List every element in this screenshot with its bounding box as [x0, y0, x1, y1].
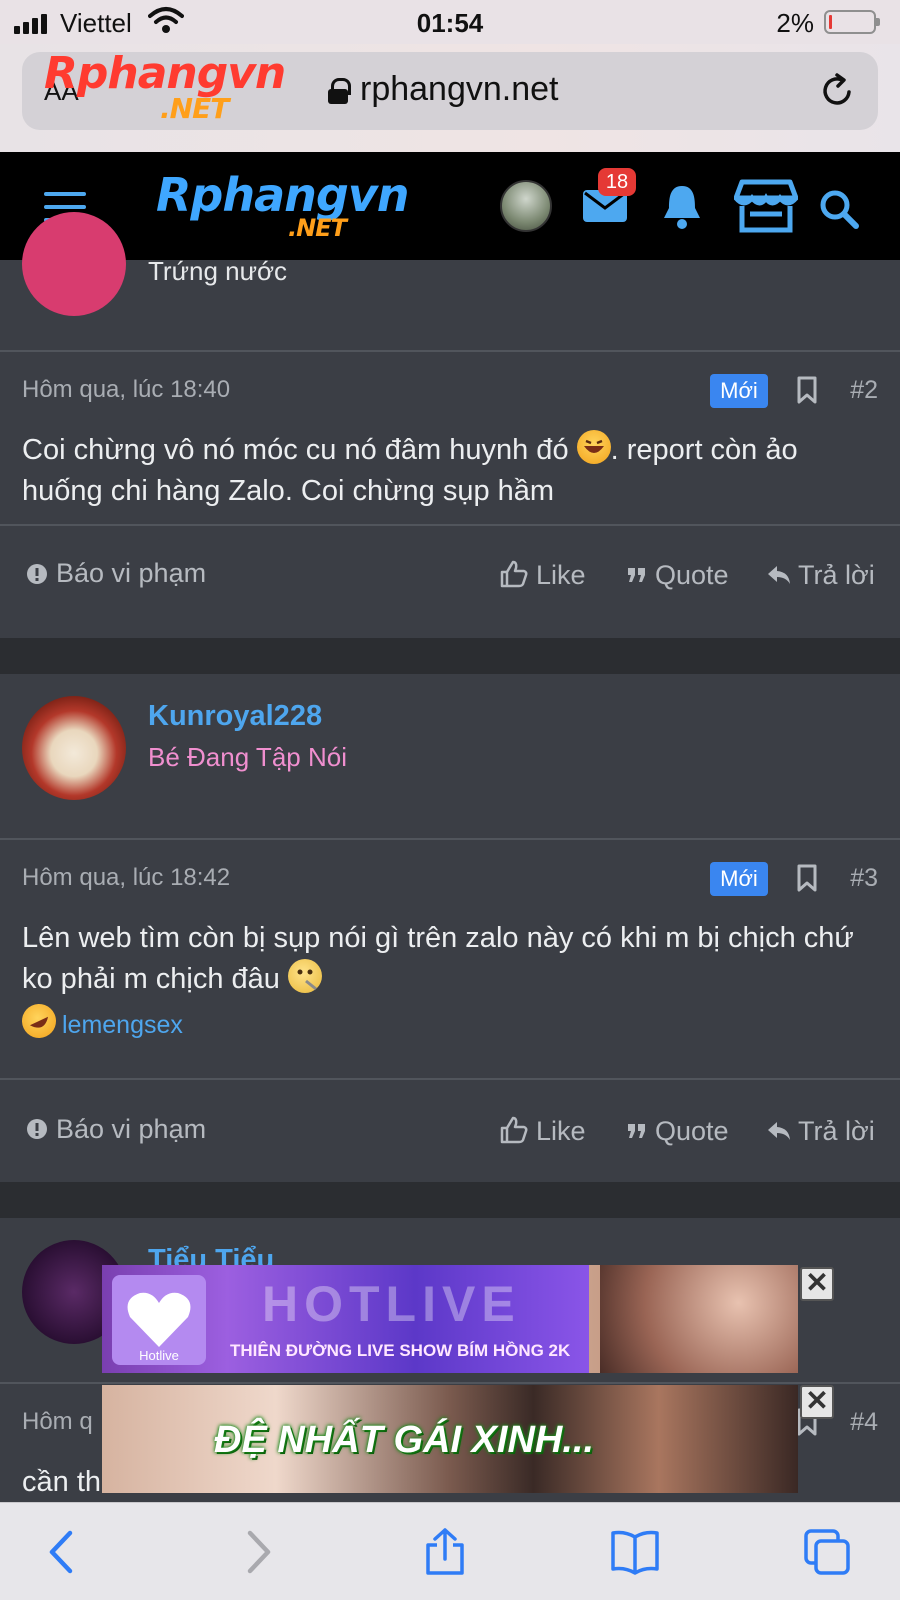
post-body: Coi chừng vô nó móc cu nó đâm huynh đó .…	[22, 430, 872, 512]
post-number[interactable]: #2	[850, 376, 878, 405]
post-body: Lên web tìm còn bị sụp nói gì trên zalo …	[22, 922, 854, 995]
post-date[interactable]: Hôm q	[22, 1408, 93, 1436]
store-icon[interactable]	[734, 178, 798, 234]
reload-icon[interactable]	[818, 72, 856, 110]
post-number[interactable]: #3	[850, 864, 878, 893]
status-bar: Viettel 01:54 2%	[0, 0, 900, 44]
like-icon	[500, 560, 528, 588]
post-date[interactable]: Hôm qua, lúc 18:40	[22, 376, 230, 404]
ad-close-button[interactable]: ✕	[800, 1267, 834, 1301]
user-title: Bé Đang Tập Nói	[148, 742, 347, 772]
report-button[interactable]: Báo vi phạm	[56, 558, 206, 589]
like-icon	[500, 1116, 528, 1144]
lock-icon	[328, 78, 351, 104]
battery-percent: 2%	[776, 8, 814, 38]
forward-icon[interactable]	[232, 1527, 282, 1577]
reply-icon	[768, 566, 790, 584]
reaction-summary[interactable]: lemengsex	[16, 998, 183, 1044]
post-number[interactable]: #4	[850, 1408, 878, 1437]
inbox-count-badge: 18	[598, 168, 636, 196]
new-badge: Mới	[710, 374, 768, 408]
ad-caption: ĐỆ NHẤT GÁI XINH...	[214, 1419, 595, 1461]
ad-banner-hotlive[interactable]: Hotlive HOTLIVE THIÊN ĐƯỜNG LIVE SHOW BÍ…	[102, 1265, 798, 1373]
like-button[interactable]: Like	[536, 1116, 586, 1147]
post-3: Kunroyal228 Bé Đang Tập Nói Hôm qua, lúc…	[0, 674, 900, 1182]
ad-close-button[interactable]: ✕	[800, 1385, 834, 1419]
reply-button[interactable]: Trả lời	[798, 1116, 875, 1147]
ad-banner-gaixinh[interactable]: ĐỆ NHẤT GÁI XINH...	[102, 1385, 798, 1493]
bookmark-icon[interactable]	[796, 376, 818, 404]
report-button[interactable]: Báo vi phạm	[56, 1114, 206, 1145]
quote-icon	[628, 1124, 645, 1138]
user-title: Trứng nước	[148, 256, 288, 286]
ad-photo	[600, 1265, 798, 1373]
report-icon	[27, 1119, 47, 1139]
post-date[interactable]: Hôm qua, lúc 18:42	[22, 864, 230, 892]
reply-button[interactable]: Trả lời	[798, 560, 875, 591]
report-icon	[27, 564, 47, 584]
new-badge: Mới	[710, 862, 768, 896]
url-text[interactable]: rphangvn.net	[360, 70, 559, 109]
post-2: Trứng nước Hôm qua, lúc 18:40 Mới #2 Coi…	[0, 212, 900, 638]
laughing-emoji-icon	[576, 430, 611, 464]
bookmarks-icon[interactable]	[610, 1527, 660, 1577]
rofl-emoji-icon	[16, 998, 62, 1044]
search-icon[interactable]	[818, 188, 860, 230]
back-icon[interactable]	[38, 1527, 88, 1577]
quote-button[interactable]: Quote	[655, 560, 729, 591]
site-header: Rphangvn .NET 18	[0, 152, 900, 260]
quote-icon	[628, 568, 645, 582]
username[interactable]: Kunroyal228	[148, 700, 322, 733]
ad-logo: Hotlive	[112, 1275, 206, 1365]
letter-avatar[interactable]	[22, 212, 126, 316]
notification-bell-icon[interactable]	[660, 182, 704, 230]
bookmark-icon[interactable]	[796, 864, 818, 892]
like-button[interactable]: Like	[536, 560, 586, 591]
share-icon[interactable]	[420, 1527, 470, 1577]
ad-title: HOTLIVE	[262, 1276, 521, 1332]
browser-toolbar	[0, 1502, 900, 1600]
user-avatar[interactable]	[500, 180, 552, 232]
ad-caption: THIÊN ĐƯỜNG LIVE SHOW BÍM HỒNG 2K	[230, 1341, 571, 1360]
thinking-emoji-icon	[287, 959, 322, 993]
reply-icon	[768, 1122, 790, 1140]
site-logo[interactable]: Rphangvn .NET	[156, 172, 410, 240]
clock: 01:54	[416, 8, 484, 38]
quote-button[interactable]: Quote	[655, 1116, 729, 1147]
cat-avatar[interactable]	[22, 696, 126, 800]
overlay-site-logo: Rphangvn .NET	[44, 48, 286, 125]
tabs-icon[interactable]	[802, 1527, 852, 1577]
battery-icon	[824, 10, 880, 34]
